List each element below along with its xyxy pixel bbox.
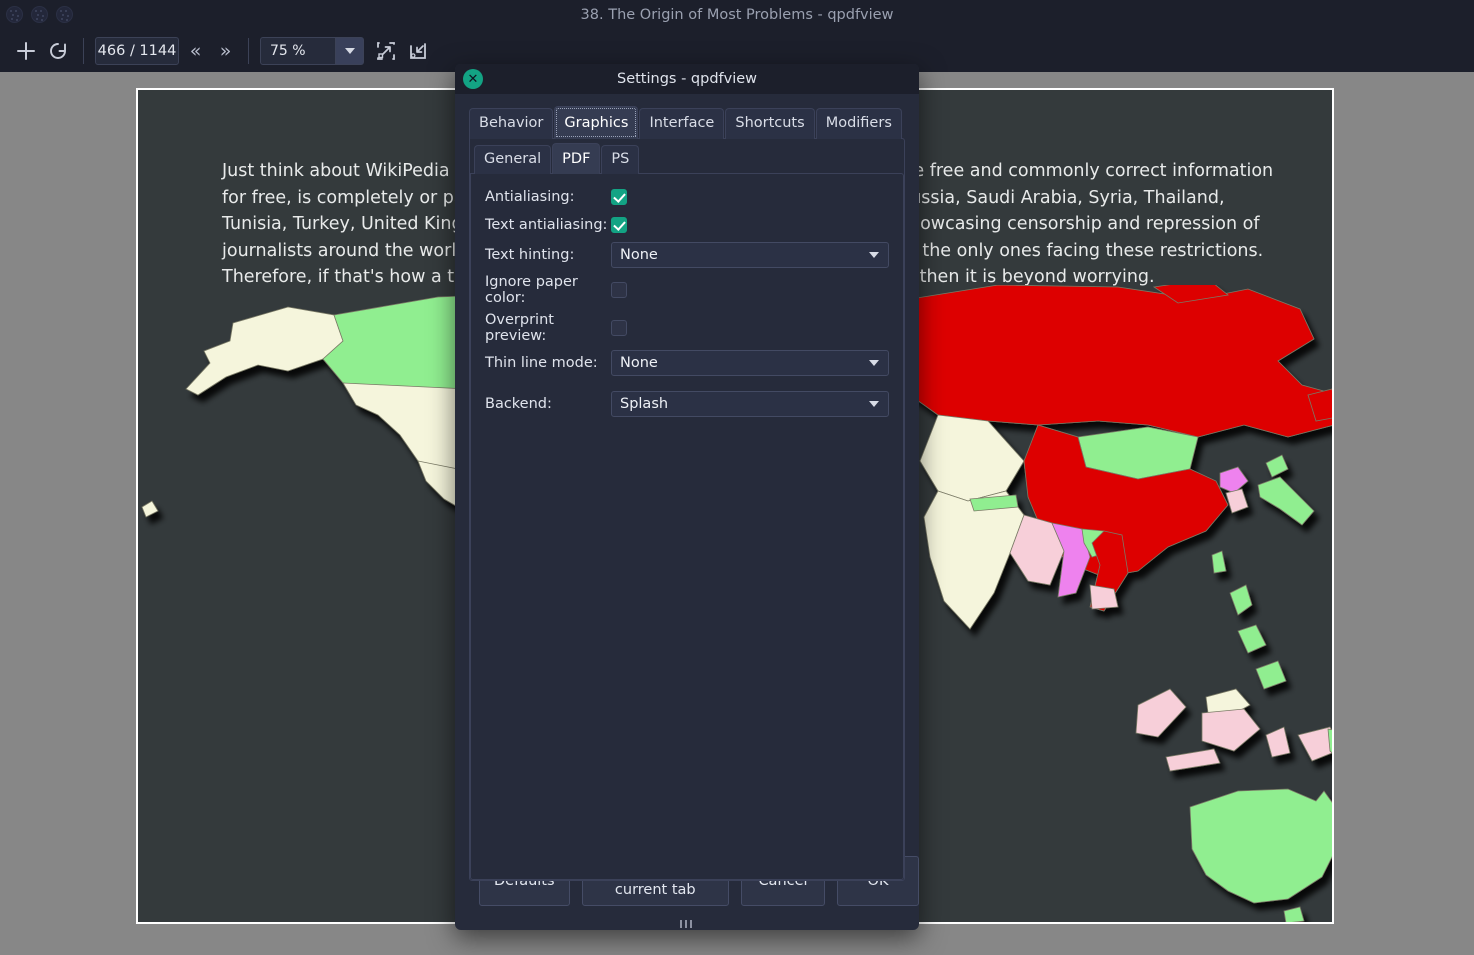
- chevron-down-icon: [869, 401, 879, 407]
- combobox-thin-line-mode-value: None: [620, 355, 658, 371]
- row-ignore-paper-color: Ignore paper color:: [485, 274, 889, 306]
- dialog-resize-handle[interactable]: [680, 920, 694, 928]
- refresh-icon[interactable]: [42, 36, 74, 66]
- zoom-level-combobox[interactable]: 75 %: [260, 37, 364, 65]
- qpdfview-window: 38. The Origin of Most Problems - qpdfvi…: [0, 0, 1474, 955]
- combobox-text-hinting-value: None: [620, 247, 658, 263]
- form-spacer: [485, 382, 889, 391]
- combobox-thin-line-mode[interactable]: None: [611, 350, 889, 376]
- subtab-pdf[interactable]: PDF: [552, 143, 601, 174]
- row-overprint-preview: Overprint preview:: [485, 312, 889, 344]
- window-title: 38. The Origin of Most Problems - qpdfvi…: [580, 7, 894, 23]
- window-titlebar: 38. The Origin of Most Problems - qpdfvi…: [0, 0, 1474, 30]
- checkbox-overprint-preview[interactable]: [611, 320, 627, 336]
- graphics-subtabstrip: General PDF PS: [470, 139, 904, 174]
- chevron-down-icon[interactable]: [335, 38, 363, 64]
- label-text-antialiasing: Text antialiasing:: [485, 217, 608, 233]
- row-text-antialiasing: Text antialiasing:: [485, 214, 889, 236]
- close-icon[interactable]: ✕: [463, 69, 483, 89]
- chevron-down-icon: [869, 252, 879, 258]
- pdf-settings-pane: Antialiasing: Text antialiasing: Text hi…: [470, 173, 904, 880]
- tab-interface[interactable]: Interface: [639, 108, 725, 139]
- label-overprint-preview: Overprint preview:: [485, 312, 554, 344]
- tab-shortcuts[interactable]: Shortcuts: [725, 108, 815, 139]
- page-indicator-field[interactable]: 466 / 1144: [95, 37, 179, 65]
- toolbar-separator-1: [83, 38, 84, 64]
- chevron-down-icon: [869, 360, 879, 366]
- row-text-hinting: Text hinting: None: [485, 242, 889, 268]
- checkbox-text-antialiasing[interactable]: [611, 217, 627, 233]
- zoom-level-value: 75 %: [270, 43, 306, 59]
- row-antialiasing: Antialiasing:: [485, 186, 889, 208]
- checkbox-antialiasing[interactable]: [611, 189, 627, 205]
- graphics-tab-pane: General PDF PS Antialiasing: Text antial…: [469, 138, 905, 881]
- settings-dialog: ✕ Settings - qpdfview Behavior Graphics …: [455, 64, 919, 930]
- toolbar-separator-2: [248, 38, 249, 64]
- checkbox-ignore-paper-color[interactable]: [611, 282, 627, 298]
- label-antialiasing: Antialiasing:: [485, 189, 575, 205]
- settings-tabstrip: Behavior Graphics Interface Shortcuts Mo…: [469, 106, 905, 139]
- combobox-backend[interactable]: Splash: [611, 391, 889, 417]
- dialog-body: Behavior Graphics Interface Shortcuts Mo…: [455, 94, 919, 881]
- combobox-backend-value: Splash: [620, 396, 669, 412]
- subtab-general[interactable]: General: [474, 145, 552, 174]
- label-backend: Backend:: [485, 396, 552, 412]
- label-ignore-paper-color: Ignore paper color:: [485, 274, 578, 306]
- tab-graphics[interactable]: Graphics: [554, 106, 639, 139]
- combobox-text-hinting[interactable]: None: [611, 242, 889, 268]
- tab-behavior[interactable]: Behavior: [469, 108, 554, 139]
- fit-page-icon[interactable]: [370, 36, 402, 66]
- label-text-hinting: Text hinting:: [485, 247, 575, 263]
- row-backend: Backend: Splash: [485, 391, 889, 417]
- plus-icon[interactable]: [10, 36, 42, 66]
- row-thin-line-mode: Thin line mode: None: [485, 350, 889, 376]
- subtab-ps[interactable]: PS: [601, 145, 640, 174]
- dialog-title: Settings - qpdfview: [616, 71, 758, 87]
- fit-width-icon[interactable]: [402, 36, 434, 66]
- dialog-titlebar: ✕ Settings - qpdfview: [455, 64, 919, 94]
- next-page-icon[interactable]: »: [209, 36, 239, 66]
- tab-modifiers[interactable]: Modifiers: [815, 108, 902, 139]
- label-thin-line-mode: Thin line mode:: [485, 355, 598, 371]
- previous-page-icon[interactable]: «: [179, 36, 209, 66]
